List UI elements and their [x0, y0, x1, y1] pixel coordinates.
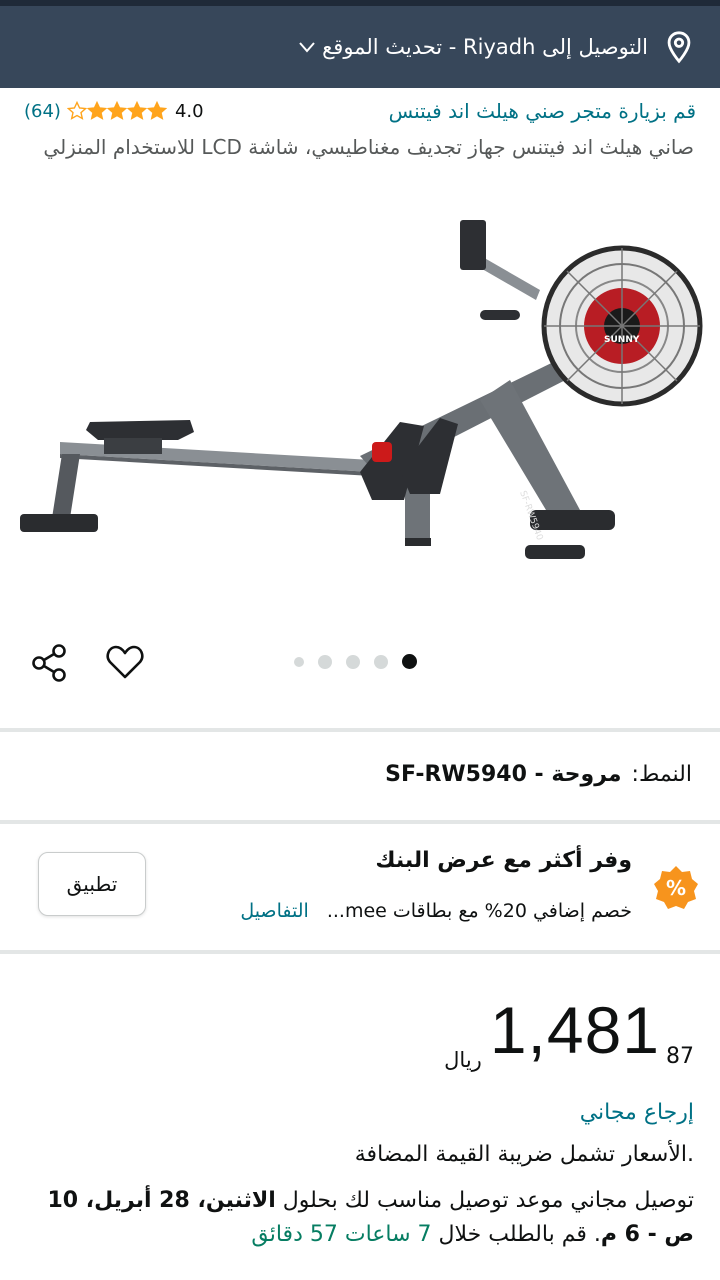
vat-note: .الأسعار تشمل ضريبة القيمة المضافة: [354, 1142, 694, 1167]
style-value: مروحة - SF-RW5940: [385, 762, 622, 787]
price-fraction: 87: [666, 1044, 694, 1069]
pagination-dot[interactable]: [374, 654, 388, 669]
bank-offer-title: وفر أكثر مع عرض البنك: [375, 848, 632, 873]
pagination-dot[interactable]: [318, 654, 332, 669]
brand-label: SUNNY: [604, 335, 640, 345]
location-text[interactable]: التوصيل إلى Riyadh - تحديث الموقع: [322, 35, 648, 59]
price-currency: ريال: [444, 1048, 482, 1072]
bank-offer-subtitle: خصم إضافي 20% مع بطاقات mee... التفاصيل: [240, 900, 632, 922]
location-pin-icon: [667, 31, 691, 64]
lcd-monitor: [460, 220, 486, 270]
style-label: النمط:: [631, 762, 692, 787]
heart-icon[interactable]: [104, 642, 146, 684]
share-icon[interactable]: [28, 642, 70, 684]
image-actions: [24, 640, 696, 688]
svg-text:%: %: [666, 876, 686, 900]
star-filled-icon: [86, 101, 107, 120]
chevron-down-icon[interactable]: [298, 40, 316, 54]
bank-offer-card: % وفر أكثر مع عرض البنك خصم إضافي 20% مع…: [0, 828, 720, 950]
pagination-dot[interactable]: [402, 654, 417, 669]
store-row: (64) 4.0 قم بزيارة متجر صني هيلث اند فيت…: [24, 96, 696, 126]
star-rating: [66, 101, 167, 121]
product-title: صاني هيلث اند فيتنس جهاز تجديف مغناطيسي،…: [43, 135, 694, 159]
rating-count[interactable]: (64): [24, 101, 61, 122]
apply-button[interactable]: تطبيق: [38, 852, 146, 916]
star-empty-icon: [66, 101, 87, 120]
discount-badge-icon: %: [654, 866, 698, 909]
free-returns-link[interactable]: إرجاع مجاني: [580, 1100, 694, 1125]
price: ريال 1,481 87: [444, 990, 694, 1080]
bank-offer-details-link[interactable]: التفاصيل: [240, 900, 308, 922]
seat: [86, 420, 194, 440]
price-whole: 1,481: [489, 993, 660, 1067]
divider: [0, 950, 720, 954]
star-filled-icon: [146, 101, 167, 120]
location-bar[interactable]: التوصيل إلى Riyadh - تحديث الموقع: [0, 6, 720, 88]
rating-value: 4.0: [174, 100, 204, 122]
visit-store-link[interactable]: قم بزيارة متجر صني هيلث اند فيتنس: [389, 99, 696, 123]
image-pagination-dots[interactable]: [294, 654, 417, 669]
style-selector[interactable]: النمط: مروحة - SF-RW5940: [385, 762, 692, 787]
delivery-info: توصيل مجاني موعد توصيل مناسب لك بحلول ال…: [22, 1184, 694, 1252]
pagination-dot[interactable]: [294, 656, 304, 667]
rating-summary[interactable]: (64) 4.0: [24, 101, 204, 122]
product-image[interactable]: SUNNY SF-RW5940: [0, 210, 720, 590]
star-filled-icon: [106, 101, 127, 120]
divider: [0, 728, 720, 732]
delivery-prefix: توصيل مجاني موعد توصيل مناسب لك بحلول: [282, 1188, 694, 1213]
pagination-dot[interactable]: [346, 654, 360, 669]
order-within-text: . قم بالطلب خلال: [438, 1222, 601, 1247]
star-filled-icon: [126, 101, 147, 120]
divider: [0, 820, 720, 824]
bank-offer-text: خصم إضافي 20% مع بطاقات mee...: [326, 900, 632, 922]
delivery-countdown: 7 ساعات 57 دقائق: [251, 1222, 432, 1247]
